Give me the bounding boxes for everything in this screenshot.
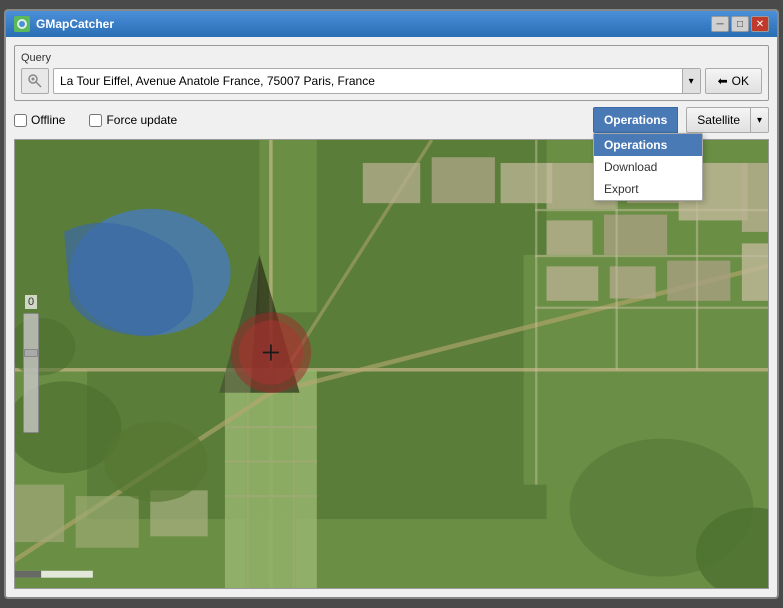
query-label: Query	[21, 52, 762, 64]
query-icon-button[interactable]	[21, 68, 49, 94]
main-window: GMapCatcher ─ □ ✕ Query	[4, 9, 779, 599]
force-update-checkbox-label[interactable]: Force update	[89, 113, 177, 127]
main-content: Query ▾ ⬅ OK	[6, 37, 777, 597]
minimize-button[interactable]: ─	[711, 16, 729, 32]
force-update-label: Force update	[106, 113, 177, 127]
query-row: ▾ ⬅ OK	[21, 68, 762, 94]
query-dropdown-button[interactable]: ▾	[682, 69, 700, 93]
operations-menu-header[interactable]: Operations	[594, 134, 702, 156]
query-input[interactable]	[54, 74, 682, 88]
map-container[interactable]: 200 m 0	[14, 139, 769, 589]
maximize-button[interactable]: □	[731, 16, 749, 32]
zoom-level: 0	[25, 295, 37, 309]
operations-container: Operations Operations Download Export	[593, 107, 678, 133]
satellite-button[interactable]: Satellite	[686, 107, 751, 133]
ok-arrow-icon: ⬅	[718, 74, 728, 88]
export-menu-item[interactable]: Export	[594, 178, 702, 200]
title-bar: GMapCatcher ─ □ ✕	[6, 11, 777, 37]
ok-button[interactable]: ⬅ OK	[705, 68, 762, 94]
download-menu-item[interactable]: Download	[594, 156, 702, 178]
operations-button[interactable]: Operations	[593, 107, 678, 133]
toolbar-row: Offline Force update Operations Operatio…	[14, 107, 769, 133]
window-controls: ─ □ ✕	[711, 16, 769, 32]
map-svg: 200 m	[15, 140, 768, 588]
satellite-dropdown-button[interactable]: ▾	[751, 107, 769, 133]
query-input-container: ▾	[53, 68, 701, 94]
window-title: GMapCatcher	[36, 17, 114, 31]
app-icon	[14, 16, 30, 32]
zoom-slider[interactable]	[23, 313, 39, 433]
close-button[interactable]: ✕	[751, 16, 769, 32]
title-bar-left: GMapCatcher	[14, 16, 114, 32]
ok-label: OK	[732, 74, 749, 88]
offline-checkbox-label[interactable]: Offline	[14, 113, 65, 127]
offline-label: Offline	[31, 113, 65, 127]
force-update-checkbox[interactable]	[89, 114, 102, 127]
zoom-handle[interactable]	[24, 349, 38, 357]
query-section: Query ▾ ⬅ OK	[14, 45, 769, 101]
satellite-button-group: Satellite ▾	[686, 107, 769, 133]
location-icon	[27, 73, 43, 89]
zoom-control: 0	[23, 295, 39, 433]
offline-checkbox[interactable]	[14, 114, 27, 127]
operations-dropdown-menu: Operations Download Export	[593, 133, 703, 201]
map-aerial-view: 200 m 0	[15, 140, 768, 588]
